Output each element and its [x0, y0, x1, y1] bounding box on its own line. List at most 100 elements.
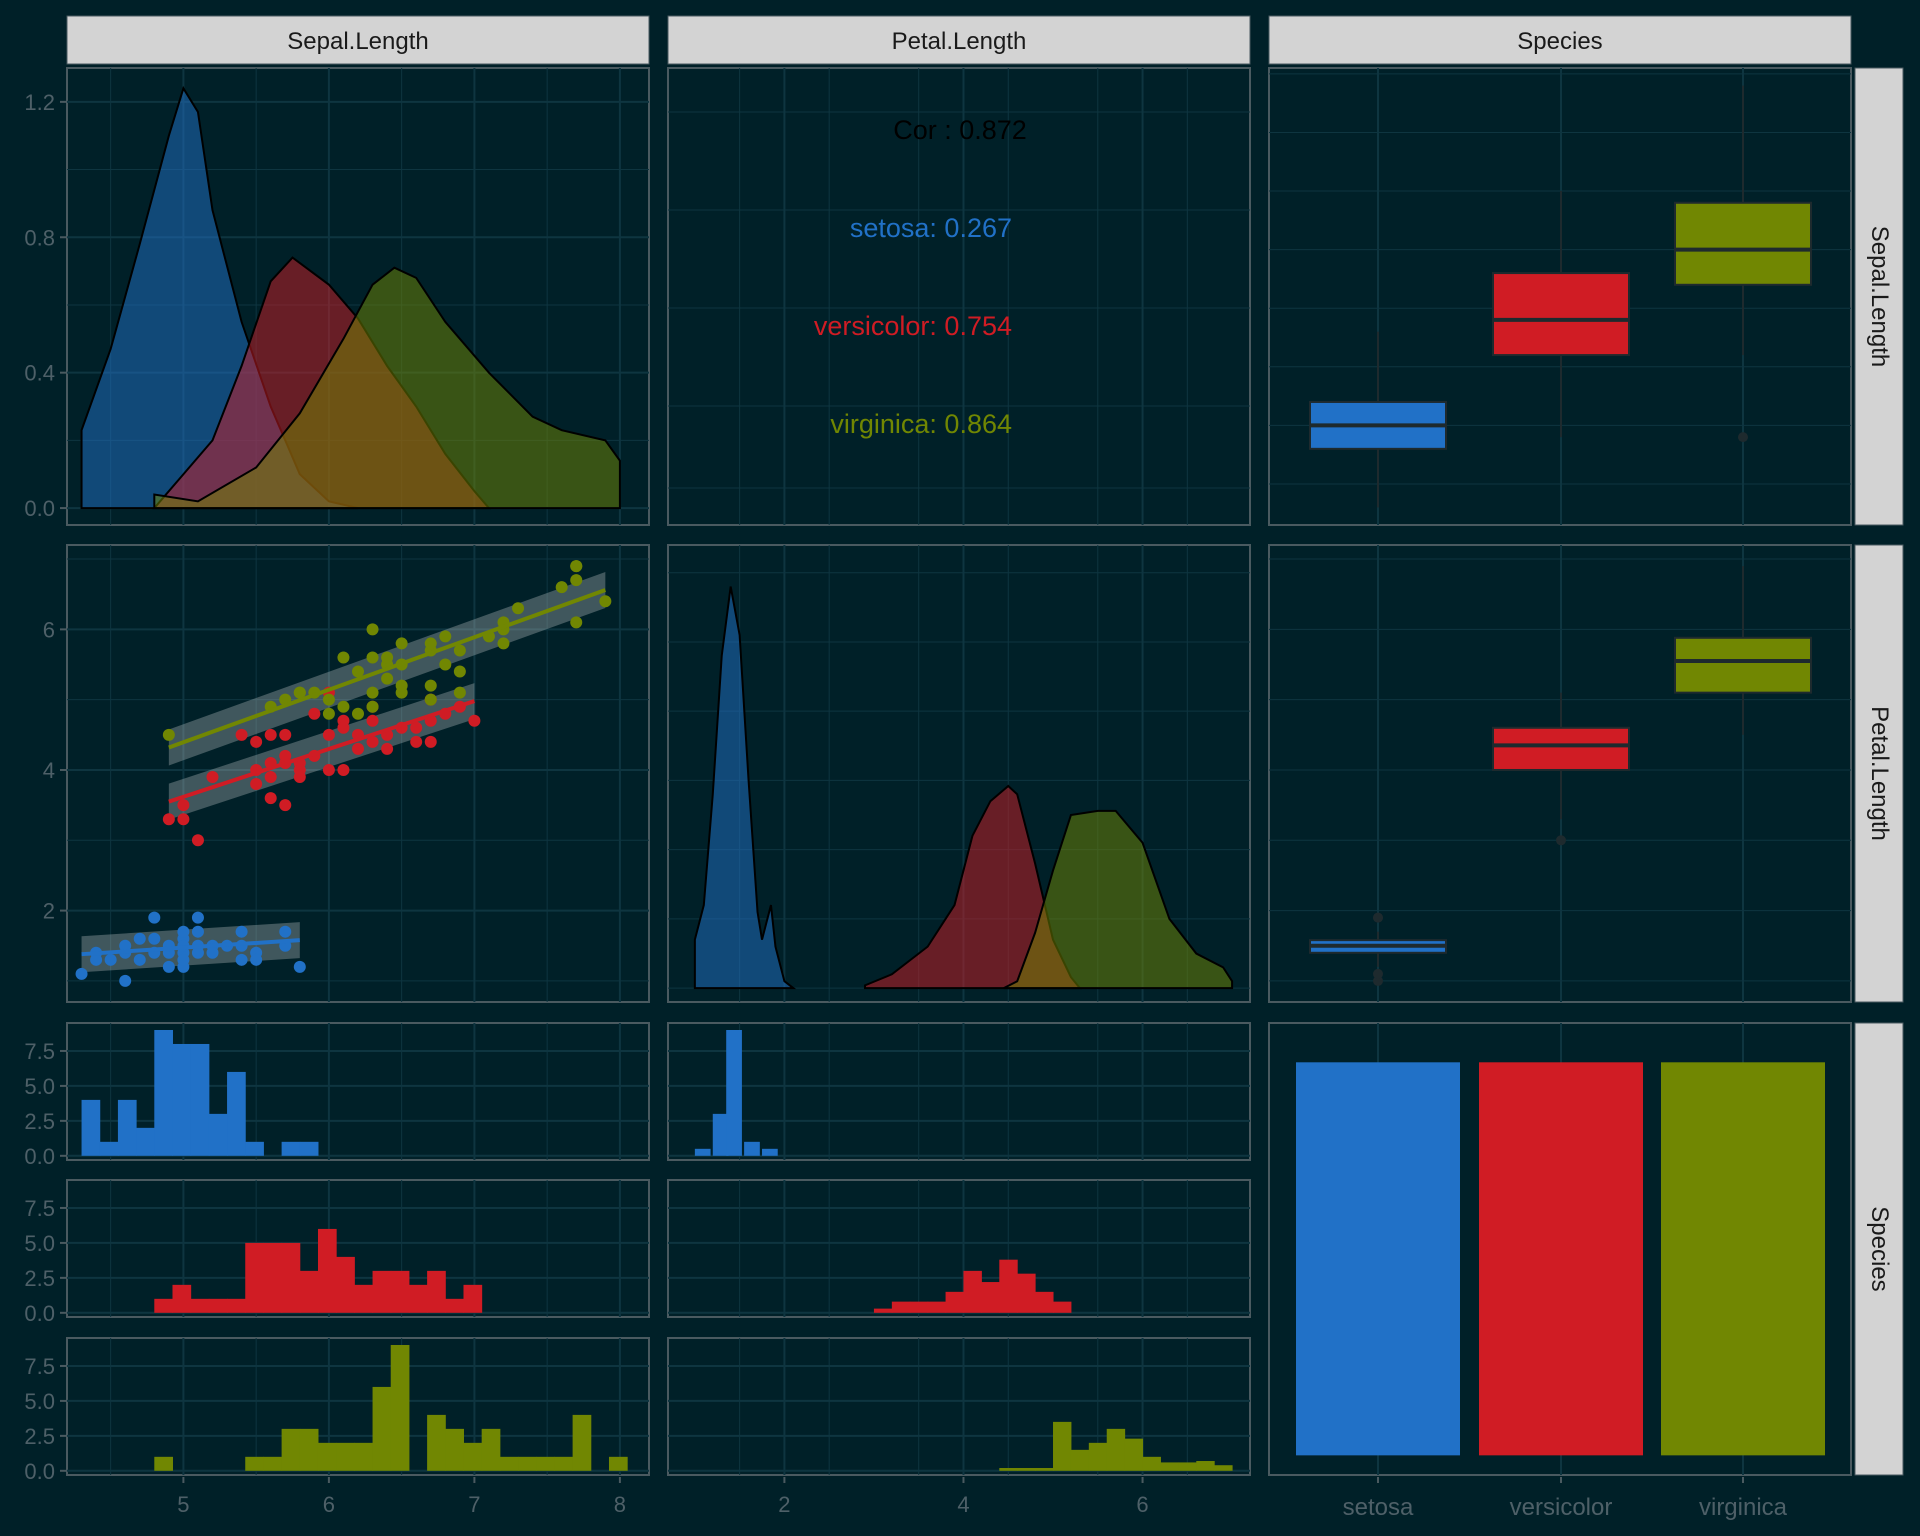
point-setosa: [191, 911, 204, 924]
hist-bar-virginica: [518, 1456, 537, 1471]
strip-top-label: Sepal.Length: [287, 28, 428, 55]
hist-bar-virginica: [427, 1414, 446, 1471]
hist-bar-petal-virginica: [1088, 1442, 1108, 1471]
point-virginica: [439, 630, 452, 643]
hist-bar-setosa: [81, 1099, 101, 1156]
hist-bar-setosa: [227, 1071, 246, 1156]
hist-bar-setosa: [208, 1113, 228, 1156]
point-virginica: [381, 651, 394, 664]
strip-top-label: Petal.Length: [892, 28, 1027, 55]
point-virginica: [381, 672, 394, 685]
point-setosa: [75, 967, 88, 980]
point-virginica: [570, 616, 583, 629]
hist-bar-petal-versicolor: [927, 1301, 947, 1313]
y-tick-label-count: 5.0: [24, 1389, 55, 1414]
hist-bar-versicolor: [263, 1242, 283, 1313]
hist-bar-versicolor: [317, 1228, 337, 1313]
y-tick-label-petal: 2: [43, 899, 55, 924]
hist-bar-petal-virginica: [1196, 1461, 1215, 1471]
hist-bar-petal-setosa: [762, 1148, 778, 1156]
x-tick-label-petal: 4: [957, 1492, 969, 1517]
hist-bar-petal-setosa: [726, 1029, 742, 1156]
point-setosa: [90, 953, 103, 966]
hist-bar-versicolor: [408, 1284, 428, 1313]
point-virginica: [424, 637, 437, 650]
hist-bar-versicolor: [463, 1284, 483, 1313]
point-versicolor: [381, 742, 394, 755]
hist-bar-setosa: [154, 1029, 173, 1156]
y-tick-label-count: 2.5: [24, 1424, 55, 1449]
x-tick-label-petal: 2: [778, 1492, 790, 1517]
point-setosa: [133, 953, 146, 966]
hist-bar-virginica: [354, 1442, 374, 1471]
point-virginica: [162, 728, 175, 741]
hist-bar-versicolor: [172, 1284, 192, 1313]
hist-bar-setosa: [99, 1141, 119, 1156]
x-tick-label-sepal: 5: [177, 1492, 189, 1517]
hist-bar-versicolor: [390, 1270, 410, 1313]
hist-bar-versicolor: [281, 1242, 301, 1313]
point-setosa: [177, 925, 190, 938]
x-tick-label-sepal: 6: [323, 1492, 335, 1517]
hist-bar-petal-virginica: [999, 1468, 1018, 1471]
y-tick-label-petal: 6: [43, 617, 55, 642]
point-versicolor: [308, 707, 321, 720]
box-virginica: [1674, 201, 1812, 286]
hist-bar-petal-setosa: [712, 1113, 729, 1156]
point-setosa: [148, 932, 161, 945]
point-versicolor: [235, 728, 248, 741]
hist-bar-setosa: [190, 1043, 210, 1156]
point-setosa: [206, 946, 219, 959]
hist-bar-virginica: [281, 1428, 301, 1471]
point-versicolor: [279, 728, 292, 741]
outlier: [1556, 835, 1566, 846]
bar-setosa: [1296, 1062, 1460, 1456]
point-versicolor: [322, 763, 335, 776]
y-tick-label-density: 0.8: [24, 225, 55, 250]
hist-bar-petal-versicolor: [873, 1308, 893, 1313]
point-virginica: [453, 644, 466, 657]
strip-right-label: Sepal.Length: [1866, 226, 1893, 367]
hist-bar-petal-virginica: [1214, 1465, 1233, 1471]
outlier: [1373, 912, 1383, 923]
point-virginica: [366, 651, 379, 664]
hist-bar-petal-virginica: [1070, 1449, 1090, 1471]
point-virginica: [366, 686, 379, 699]
point-versicolor: [352, 742, 364, 755]
x-tick-label-sepal: 7: [468, 1492, 480, 1517]
hist-bar-petal-versicolor: [891, 1301, 911, 1313]
point-versicolor: [468, 714, 481, 727]
point-virginica: [337, 700, 350, 713]
point-versicolor: [264, 771, 277, 784]
hist-bar-virginica: [445, 1428, 464, 1471]
point-virginica: [424, 693, 437, 706]
point-setosa: [235, 925, 248, 938]
y-tick-label-count: 7.5: [24, 1354, 55, 1379]
outlier: [1738, 432, 1748, 443]
point-versicolor: [337, 763, 350, 776]
hist-bar-petal-virginica: [1124, 1438, 1144, 1471]
point-virginica: [555, 581, 568, 594]
y-tick-label-count: 7.5: [24, 1196, 55, 1221]
hist-bar-virginica: [372, 1386, 392, 1471]
hist-bar-petal-setosa: [744, 1141, 760, 1156]
point-setosa: [191, 925, 204, 938]
hist-bar-setosa: [299, 1141, 319, 1156]
point-setosa: [293, 960, 306, 973]
point-virginica: [366, 700, 379, 713]
strip-top-label: Species: [1517, 28, 1602, 55]
panel-hist-petal-setosa: [667, 1022, 1251, 1161]
hist-bar-petal-virginica: [1035, 1468, 1054, 1471]
hist-bar-virginica: [499, 1456, 519, 1471]
point-virginica: [570, 560, 583, 573]
hist-bar-virginica: [336, 1442, 355, 1471]
point-versicolor: [162, 813, 175, 826]
point-versicolor: [264, 792, 277, 805]
hist-bar-petal-versicolor: [1017, 1273, 1036, 1313]
hist-bar-setosa: [281, 1141, 301, 1156]
hist-bar-versicolor: [154, 1298, 173, 1313]
x-tick-label-petal: 6: [1136, 1492, 1148, 1517]
point-versicolor: [322, 728, 335, 741]
y-tick-label-count: 7.5: [24, 1039, 55, 1064]
point-versicolor: [410, 735, 423, 748]
